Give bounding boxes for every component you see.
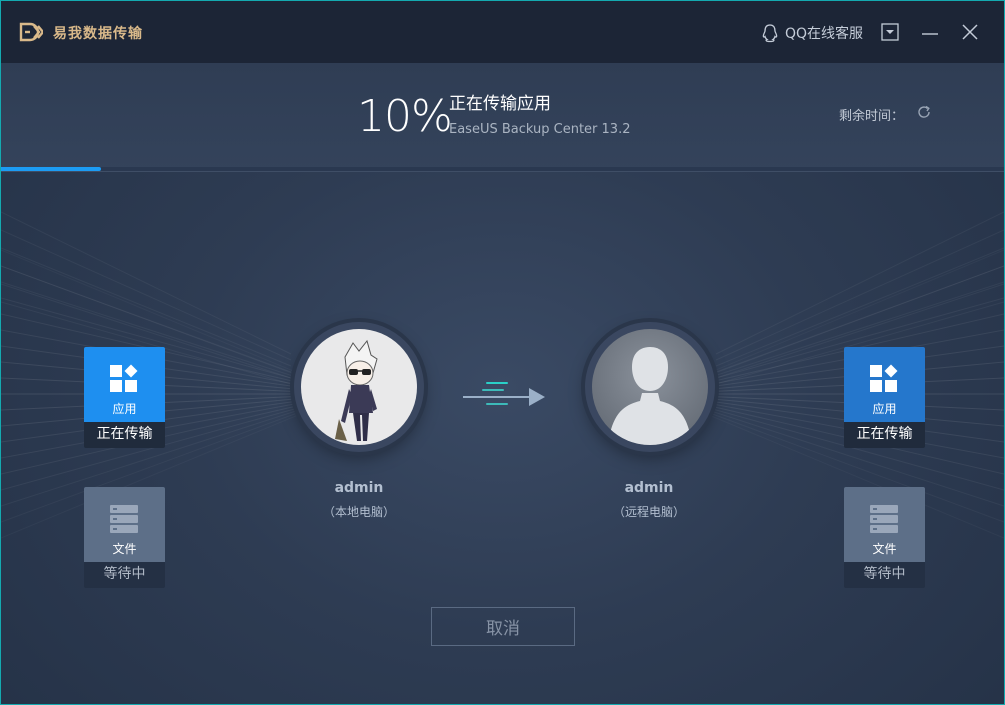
qq-icon	[762, 24, 778, 43]
transfer-arrow-icon	[463, 382, 545, 406]
card-label: 应用	[112, 402, 137, 416]
close-icon[interactable]	[959, 21, 981, 43]
card-status: 正在传输	[844, 422, 925, 448]
dropdown-menu-icon[interactable]	[879, 21, 901, 43]
progress-percent: 10%	[357, 91, 453, 142]
app-window: 易我数据传输 QQ在线客服 10% 正在传输应用 EaseUS Backup C…	[0, 0, 1005, 705]
progress-bar	[1, 167, 1004, 171]
files-icon	[870, 505, 898, 533]
qq-service-link[interactable]: QQ在线客服	[761, 23, 863, 43]
source-card-files[interactable]: 文件 等待中	[84, 487, 165, 588]
target-card-files[interactable]: 文件 等待中	[844, 487, 925, 588]
remote-user-name: admin	[624, 480, 674, 496]
progress-header: 10% 正在传输应用 EaseUS Backup Center 13.2 剩余时…	[1, 63, 1004, 172]
apps-icon	[110, 364, 138, 392]
local-user-name: admin	[334, 480, 384, 496]
remote-user-role: （远程电脑）	[612, 505, 685, 519]
remaining-time-label: 剩余时间：	[839, 109, 905, 124]
title-bar: 易我数据传输 QQ在线客服	[1, 1, 1004, 63]
progress-bar-fill	[1, 167, 102, 171]
app-title: 易我数据传输	[53, 26, 143, 42]
easeus-logo-icon	[19, 22, 43, 42]
cartoon-avatar-image	[335, 339, 378, 441]
minimize-icon[interactable]	[919, 21, 941, 43]
transfer-status: 正在传输应用	[449, 94, 551, 114]
local-user-avatar	[294, 322, 424, 452]
current-item: EaseUS Backup Center 13.2	[449, 122, 631, 137]
local-user-role: （本地电脑）	[322, 505, 395, 519]
card-label: 文件	[872, 542, 897, 556]
source-card-apps[interactable]: 应用 正在传输	[84, 347, 165, 448]
apps-icon	[870, 364, 898, 392]
remote-user-avatar	[585, 322, 715, 452]
card-label: 应用	[872, 402, 897, 416]
qq-service-label: QQ在线客服	[785, 26, 864, 42]
card-status: 正在传输	[84, 422, 165, 448]
card-status: 等待中	[84, 562, 165, 588]
files-icon	[110, 505, 138, 533]
card-status: 等待中	[844, 562, 925, 588]
target-card-apps[interactable]: 应用 正在传输	[844, 347, 925, 448]
refresh-icon	[918, 105, 930, 118]
default-user-silhouette-icon	[608, 347, 692, 445]
cancel-button[interactable]: 取消	[431, 607, 575, 646]
card-label: 文件	[112, 542, 137, 556]
